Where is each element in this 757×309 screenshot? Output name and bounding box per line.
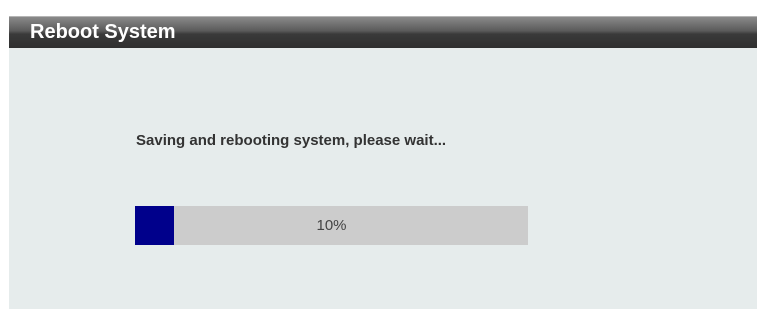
panel-header: Reboot System: [9, 16, 757, 48]
status-message: Saving and rebooting system, please wait…: [136, 132, 447, 149]
page-title: Reboot System: [30, 21, 176, 43]
reboot-system-panel: Reboot System Saving and rebooting syste…: [9, 16, 757, 309]
progress-percentage: 10%: [316, 217, 347, 234]
reboot-progress-bar: 10%: [135, 206, 528, 245]
